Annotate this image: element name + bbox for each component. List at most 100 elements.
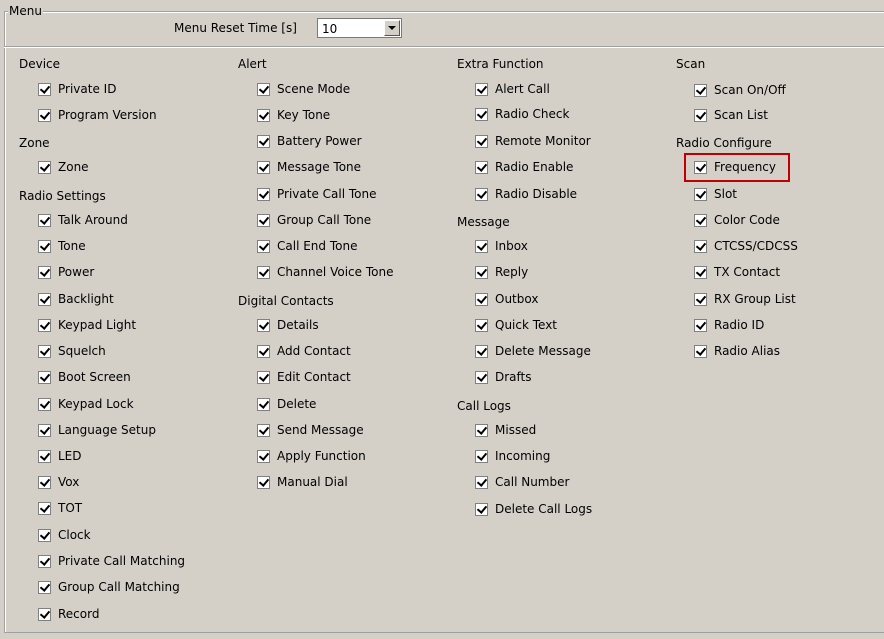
checkbox-label: Keypad Lock: [58, 397, 134, 411]
checkbox[interactable]: [38, 83, 51, 96]
checkbox[interactable]: [38, 161, 51, 174]
section-title: Radio Settings: [19, 189, 106, 203]
checkbox-label: Program Version: [58, 108, 157, 122]
checkbox[interactable]: [257, 319, 270, 332]
checkbox-label: Manual Dial: [277, 475, 348, 489]
checkbox[interactable]: [38, 608, 51, 621]
checkbox[interactable]: [257, 450, 270, 463]
checkbox[interactable]: [694, 345, 707, 358]
section-title: Device: [19, 57, 61, 71]
checkbox-label: Boot Screen: [58, 370, 131, 384]
checkbox-label: Apply Function: [277, 449, 366, 463]
checkbox[interactable]: [38, 240, 51, 253]
chevron-down-icon[interactable]: [384, 20, 400, 36]
checkbox[interactable]: [475, 266, 488, 279]
checkbox-label: Delete Message: [495, 344, 591, 358]
checkbox-label: CTCSS/CDCSS: [714, 239, 798, 253]
checkbox[interactable]: [475, 503, 488, 516]
menu-reset-time-select[interactable]: 10: [317, 18, 402, 38]
checkbox[interactable]: [38, 345, 51, 358]
checkbox[interactable]: [257, 240, 270, 253]
section-title: Call Logs: [457, 399, 511, 413]
checkbox-label: Clock: [58, 528, 91, 542]
checkbox[interactable]: [38, 293, 51, 306]
checkbox-label: Delete Call Logs: [495, 502, 593, 516]
checkbox[interactable]: [694, 240, 707, 253]
checkbox[interactable]: [38, 109, 51, 122]
checkbox[interactable]: [257, 424, 270, 437]
highlight-frequency-box: [684, 153, 790, 182]
checkbox[interactable]: [257, 161, 270, 174]
checkbox[interactable]: [475, 345, 488, 358]
checkbox[interactable]: [38, 214, 51, 227]
checkbox[interactable]: [694, 109, 707, 122]
checkbox[interactable]: [257, 83, 270, 96]
checkbox[interactable]: [38, 529, 51, 542]
checkbox[interactable]: [475, 319, 488, 332]
checkbox[interactable]: [694, 188, 707, 201]
checkbox-label: Scene Mode: [277, 82, 351, 96]
checkbox[interactable]: [38, 371, 51, 384]
checkbox-label: Call End Tone: [277, 239, 358, 253]
checkbox[interactable]: [694, 319, 707, 332]
checkbox[interactable]: [257, 109, 270, 122]
checkbox-label: Message Tone: [277, 160, 362, 174]
checkbox[interactable]: [38, 398, 51, 411]
checkbox[interactable]: [257, 476, 270, 489]
checkbox-label: Channel Voice Tone: [277, 265, 394, 279]
checkbox[interactable]: [38, 450, 51, 463]
checkbox[interactable]: [257, 188, 270, 201]
checkbox[interactable]: [475, 371, 488, 384]
checkbox[interactable]: [38, 555, 51, 568]
checkbox-label: Quick Text: [495, 318, 558, 332]
checkbox-label: Call Number: [495, 475, 570, 489]
checkbox[interactable]: [38, 319, 51, 332]
checkbox[interactable]: [257, 266, 270, 279]
checkbox-label: Radio ID: [714, 318, 765, 332]
checkbox[interactable]: [257, 135, 270, 148]
checkbox[interactable]: [257, 345, 270, 358]
checkbox-label: Keypad Light: [58, 318, 137, 332]
checkbox[interactable]: [475, 450, 488, 463]
checkbox[interactable]: [475, 83, 488, 96]
checkbox-label: LED: [58, 449, 82, 463]
checkbox[interactable]: [694, 214, 707, 227]
checkbox-label: Radio Disable: [495, 187, 578, 201]
checkbox[interactable]: [694, 293, 707, 306]
checkbox[interactable]: [257, 371, 270, 384]
checkbox-label: Radio Enable: [495, 160, 574, 174]
checkbox[interactable]: [694, 266, 707, 279]
checkbox[interactable]: [257, 398, 270, 411]
checkbox-label: Send Message: [277, 423, 364, 437]
checkbox-label: Record: [58, 607, 100, 621]
checkbox-label: Outbox: [495, 292, 539, 306]
checkbox[interactable]: [475, 161, 488, 174]
menu-reset-time-label: Menu Reset Time [s]: [174, 21, 297, 35]
checkbox[interactable]: [475, 240, 488, 253]
checkbox[interactable]: [475, 476, 488, 489]
checkbox[interactable]: [38, 502, 51, 515]
checkbox[interactable]: [38, 424, 51, 437]
checkbox[interactable]: [38, 266, 51, 279]
checkbox-label: Private Call Matching: [58, 554, 186, 568]
section-title: Extra Function: [457, 57, 544, 71]
checkbox-label: Zone: [58, 160, 89, 174]
checkbox[interactable]: [475, 188, 488, 201]
checkbox[interactable]: [475, 135, 488, 148]
checkbox-label: Private Call Tone: [277, 187, 377, 201]
checkbox-label: Squelch: [58, 344, 106, 358]
checkbox-label: Remote Monitor: [495, 134, 591, 148]
checkbox[interactable]: [475, 293, 488, 306]
checkbox[interactable]: [38, 476, 51, 489]
checkbox[interactable]: [38, 581, 51, 594]
checkbox[interactable]: [475, 424, 488, 437]
checkbox-label: Drafts: [495, 370, 532, 384]
checkbox[interactable]: [694, 84, 707, 97]
checkbox-label: Edit Contact: [277, 370, 351, 384]
checkbox[interactable]: [475, 108, 488, 121]
checkbox-label: Backlight: [58, 292, 114, 306]
menu-reset-time-value: 10: [322, 22, 338, 36]
checkbox-label: Incoming: [495, 449, 551, 463]
checkbox[interactable]: [257, 214, 270, 227]
checkbox-label: TOT: [58, 501, 83, 515]
